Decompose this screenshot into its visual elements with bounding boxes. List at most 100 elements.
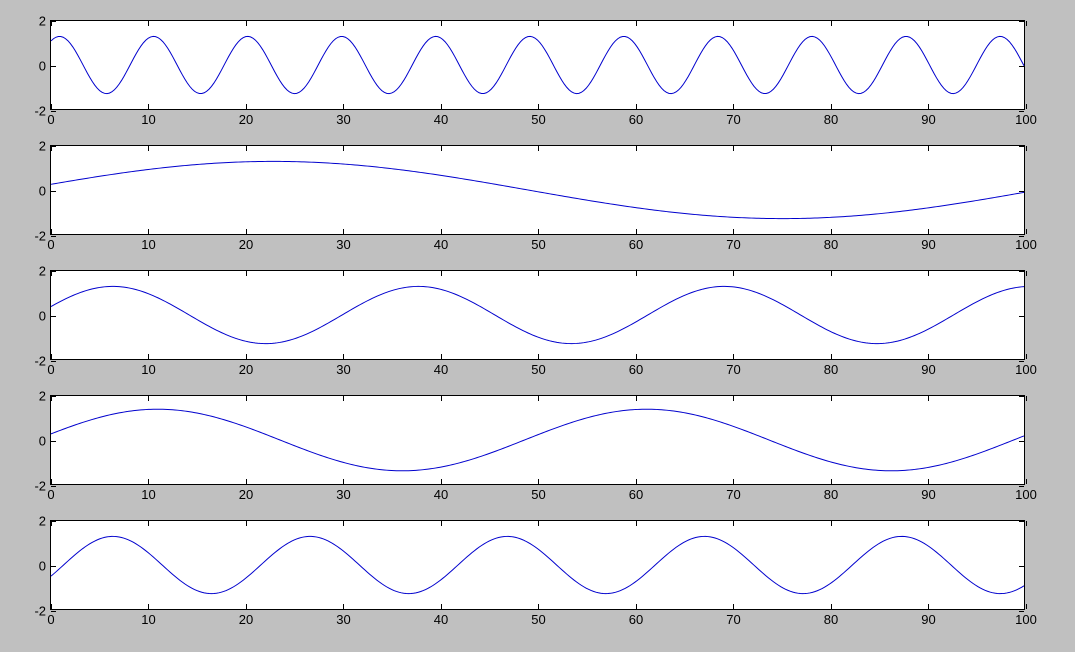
x-tick bbox=[1026, 271, 1027, 276]
x-tick-label: 50 bbox=[531, 612, 545, 627]
x-tick-label: 90 bbox=[921, 362, 935, 377]
y-tick-label: 0 bbox=[39, 309, 46, 324]
axes-5: 0102030405060708090100-202 bbox=[50, 520, 1025, 610]
y-tick-label: 0 bbox=[39, 184, 46, 199]
x-tick bbox=[1026, 354, 1027, 359]
line-series-4 bbox=[51, 396, 1024, 484]
x-tick-label: 10 bbox=[141, 362, 155, 377]
x-tick-label: 50 bbox=[531, 112, 545, 127]
x-tick bbox=[1026, 396, 1027, 401]
y-tick-label: 0 bbox=[39, 559, 46, 574]
x-tick-label: 40 bbox=[434, 112, 448, 127]
x-tick bbox=[1026, 521, 1027, 526]
x-tick-label: 80 bbox=[824, 112, 838, 127]
y-tick-label: 2 bbox=[39, 389, 46, 404]
y-tick-label: 2 bbox=[39, 14, 46, 29]
x-tick-label: 80 bbox=[824, 487, 838, 502]
x-tick-label: 20 bbox=[239, 362, 253, 377]
y-tick-label: 0 bbox=[39, 59, 46, 74]
x-tick-label: 70 bbox=[726, 487, 740, 502]
x-tick-label: 20 bbox=[239, 237, 253, 252]
x-tick-label: 0 bbox=[47, 612, 54, 627]
x-tick-label: 60 bbox=[629, 112, 643, 127]
y-tick bbox=[1019, 111, 1024, 112]
x-tick-label: 80 bbox=[824, 362, 838, 377]
x-tick-label: 80 bbox=[824, 237, 838, 252]
x-tick-label: 100 bbox=[1015, 487, 1037, 502]
y-tick-label: -2 bbox=[34, 104, 46, 119]
x-tick-label: 10 bbox=[141, 612, 155, 627]
x-tick-label: 100 bbox=[1015, 362, 1037, 377]
y-tick bbox=[1019, 361, 1024, 362]
x-tick-label: 90 bbox=[921, 487, 935, 502]
x-tick bbox=[1026, 21, 1027, 26]
x-tick-label: 40 bbox=[434, 612, 448, 627]
line-series-1 bbox=[51, 21, 1024, 109]
axes-1: 0102030405060708090100-202 bbox=[50, 20, 1025, 110]
x-tick-label: 60 bbox=[629, 487, 643, 502]
y-tick-label: -2 bbox=[34, 604, 46, 619]
x-tick-label: 70 bbox=[726, 362, 740, 377]
x-tick-label: 10 bbox=[141, 487, 155, 502]
y-tick-label: 2 bbox=[39, 514, 46, 529]
x-tick-label: 50 bbox=[531, 487, 545, 502]
line-series-3 bbox=[51, 271, 1024, 359]
x-tick-label: 40 bbox=[434, 362, 448, 377]
matlab-figure: 0102030405060708090100-20201020304050607… bbox=[0, 0, 1075, 652]
x-tick-label: 60 bbox=[629, 237, 643, 252]
x-tick-label: 90 bbox=[921, 237, 935, 252]
y-tick-label: 0 bbox=[39, 434, 46, 449]
x-tick-label: 30 bbox=[336, 487, 350, 502]
x-tick-label: 60 bbox=[629, 612, 643, 627]
x-tick-label: 90 bbox=[921, 112, 935, 127]
x-tick-label: 30 bbox=[336, 237, 350, 252]
x-tick-label: 20 bbox=[239, 612, 253, 627]
axes-4: 0102030405060708090100-202 bbox=[50, 395, 1025, 485]
y-tick-label: 2 bbox=[39, 264, 46, 279]
x-tick-label: 100 bbox=[1015, 237, 1037, 252]
x-tick-label: 70 bbox=[726, 612, 740, 627]
x-tick-label: 10 bbox=[141, 112, 155, 127]
x-tick-label: 10 bbox=[141, 237, 155, 252]
x-tick bbox=[1026, 146, 1027, 151]
y-tick bbox=[1019, 486, 1024, 487]
x-tick-label: 100 bbox=[1015, 612, 1037, 627]
x-tick-label: 100 bbox=[1015, 112, 1037, 127]
y-tick bbox=[51, 111, 56, 112]
x-tick-label: 50 bbox=[531, 237, 545, 252]
x-tick-label: 50 bbox=[531, 362, 545, 377]
y-tick bbox=[51, 486, 56, 487]
x-tick-label: 40 bbox=[434, 237, 448, 252]
line-series-2 bbox=[51, 146, 1024, 234]
x-tick-label: 70 bbox=[726, 237, 740, 252]
x-tick-label: 40 bbox=[434, 487, 448, 502]
x-tick bbox=[1026, 479, 1027, 484]
line-series-5 bbox=[51, 521, 1024, 609]
x-tick-label: 20 bbox=[239, 487, 253, 502]
x-tick-label: 80 bbox=[824, 612, 838, 627]
axes-3: 0102030405060708090100-202 bbox=[50, 270, 1025, 360]
x-tick-label: 60 bbox=[629, 362, 643, 377]
x-tick bbox=[1026, 229, 1027, 234]
y-tick bbox=[1019, 611, 1024, 612]
y-tick-label: -2 bbox=[34, 229, 46, 244]
x-tick-label: 0 bbox=[47, 362, 54, 377]
x-tick-label: 90 bbox=[921, 612, 935, 627]
x-tick-label: 30 bbox=[336, 112, 350, 127]
x-tick-label: 0 bbox=[47, 237, 54, 252]
x-tick-label: 30 bbox=[336, 362, 350, 377]
x-tick bbox=[1026, 104, 1027, 109]
y-tick-label: -2 bbox=[34, 479, 46, 494]
x-tick-label: 70 bbox=[726, 112, 740, 127]
y-tick bbox=[51, 361, 56, 362]
y-tick bbox=[51, 236, 56, 237]
x-tick-label: 20 bbox=[239, 112, 253, 127]
y-tick-label: -2 bbox=[34, 354, 46, 369]
y-tick bbox=[51, 611, 56, 612]
axes-2: 0102030405060708090100-202 bbox=[50, 145, 1025, 235]
x-tick-label: 30 bbox=[336, 612, 350, 627]
y-tick bbox=[1019, 236, 1024, 237]
x-tick bbox=[1026, 604, 1027, 609]
y-tick-label: 2 bbox=[39, 139, 46, 154]
x-tick-label: 0 bbox=[47, 112, 54, 127]
